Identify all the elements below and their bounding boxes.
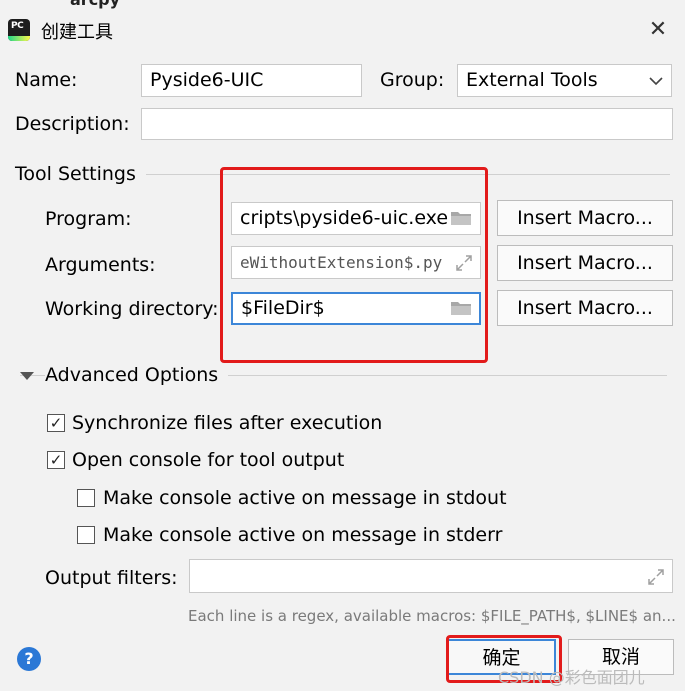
active-stdout-checkbox[interactable] — [77, 489, 95, 507]
open-console-label[interactable]: Open console for tool output — [72, 449, 344, 471]
name-label: Name: — [15, 69, 78, 91]
insert-macro-button-program[interactable]: Insert Macro... — [497, 200, 673, 236]
program-label: Program: — [45, 208, 132, 230]
pycharm-icon: PC — [8, 19, 30, 41]
open-console-checkbox[interactable]: ✓ — [47, 451, 65, 469]
highlight-box-fields — [220, 167, 488, 363]
expand-icon[interactable] — [647, 568, 665, 586]
group-value: External Tools — [466, 69, 598, 91]
sync-files-label[interactable]: Synchronize files after execution — [72, 412, 382, 434]
help-icon[interactable]: ? — [17, 647, 41, 671]
description-field[interactable] — [141, 108, 673, 140]
active-stderr-label[interactable]: Make console active on message in stderr — [103, 524, 502, 546]
close-icon[interactable]: ✕ — [646, 18, 670, 42]
active-stderr-checkbox[interactable] — [77, 526, 95, 544]
group-dropdown[interactable]: External Tools — [457, 64, 672, 97]
description-label: Description: — [15, 113, 130, 135]
active-stdout-label[interactable]: Make console active on message in stdout — [103, 487, 507, 509]
working-directory-label: Working directory: — [45, 298, 219, 320]
name-field[interactable]: Pyside6-UIC — [141, 64, 362, 97]
window-title: 创建工具 — [41, 22, 113, 43]
output-filters-label: Output filters: — [45, 567, 178, 589]
background-window-text: arcpy — [70, 0, 120, 9]
insert-macro-button-arguments[interactable]: Insert Macro... — [497, 245, 673, 281]
output-filters-hint: Each line is a regex, available macros: … — [188, 607, 676, 625]
output-filters-field[interactable] — [189, 559, 673, 593]
advanced-options-title[interactable]: Advanced Options — [45, 364, 229, 386]
insert-macro-button-working-directory[interactable]: Insert Macro... — [497, 290, 673, 326]
chevron-down-icon — [649, 77, 663, 86]
group-label: Group: — [380, 69, 445, 91]
watermark: CSDN @彩色面团儿 — [498, 668, 645, 687]
sync-files-checkbox[interactable]: ✓ — [47, 414, 65, 432]
tool-settings-title: Tool Settings — [15, 163, 146, 185]
collapse-triangle-icon[interactable] — [20, 372, 34, 380]
arguments-label: Arguments: — [45, 254, 156, 276]
